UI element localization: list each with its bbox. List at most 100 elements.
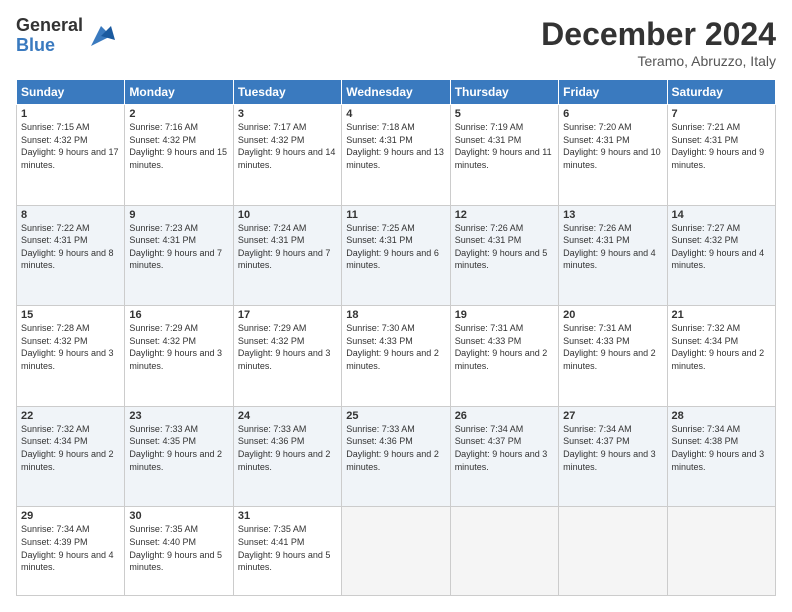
table-row: 13Sunrise: 7:26 AMSunset: 4:31 PMDayligh…	[559, 205, 667, 306]
table-row: 15Sunrise: 7:28 AMSunset: 4:32 PMDayligh…	[17, 306, 125, 407]
day-number: 26	[455, 410, 554, 422]
table-row: 31Sunrise: 7:35 AMSunset: 4:41 PMDayligh…	[233, 507, 341, 596]
day-number: 29	[21, 510, 120, 522]
day-number: 19	[455, 309, 554, 321]
day-number: 14	[672, 209, 771, 221]
day-number: 30	[129, 510, 228, 522]
table-row: 22Sunrise: 7:32 AMSunset: 4:34 PMDayligh…	[17, 406, 125, 507]
day-info: Sunrise: 7:26 AMSunset: 4:31 PMDaylight:…	[563, 222, 662, 272]
day-info: Sunrise: 7:26 AMSunset: 4:31 PMDaylight:…	[455, 222, 554, 272]
day-info: Sunrise: 7:15 AMSunset: 4:32 PMDaylight:…	[21, 121, 120, 171]
day-number: 4	[346, 108, 445, 120]
day-number: 25	[346, 410, 445, 422]
header-wednesday: Wednesday	[342, 80, 450, 105]
day-number: 23	[129, 410, 228, 422]
day-number: 15	[21, 309, 120, 321]
day-info: Sunrise: 7:22 AMSunset: 4:31 PMDaylight:…	[21, 222, 120, 272]
page: General Blue December 2024 Teramo, Abruz…	[0, 0, 792, 612]
day-number: 21	[672, 309, 771, 321]
table-row: 4Sunrise: 7:18 AMSunset: 4:31 PMDaylight…	[342, 105, 450, 206]
logo-text: General Blue	[16, 16, 83, 56]
table-row: 5Sunrise: 7:19 AMSunset: 4:31 PMDaylight…	[450, 105, 558, 206]
day-info: Sunrise: 7:31 AMSunset: 4:33 PMDaylight:…	[563, 322, 662, 372]
title-block: December 2024 Teramo, Abruzzo, Italy	[541, 16, 776, 69]
day-info: Sunrise: 7:18 AMSunset: 4:31 PMDaylight:…	[346, 121, 445, 171]
table-row: 8Sunrise: 7:22 AMSunset: 4:31 PMDaylight…	[17, 205, 125, 306]
table-row: 27Sunrise: 7:34 AMSunset: 4:37 PMDayligh…	[559, 406, 667, 507]
day-info: Sunrise: 7:33 AMSunset: 4:36 PMDaylight:…	[346, 423, 445, 473]
table-row: 14Sunrise: 7:27 AMSunset: 4:32 PMDayligh…	[667, 205, 775, 306]
logo-general: General	[16, 16, 83, 36]
day-number: 7	[672, 108, 771, 120]
table-row: 11Sunrise: 7:25 AMSunset: 4:31 PMDayligh…	[342, 205, 450, 306]
day-info: Sunrise: 7:20 AMSunset: 4:31 PMDaylight:…	[563, 121, 662, 171]
day-number: 2	[129, 108, 228, 120]
day-info: Sunrise: 7:27 AMSunset: 4:32 PMDaylight:…	[672, 222, 771, 272]
day-info: Sunrise: 7:35 AMSunset: 4:41 PMDaylight:…	[238, 523, 337, 573]
table-row: 16Sunrise: 7:29 AMSunset: 4:32 PMDayligh…	[125, 306, 233, 407]
day-number: 11	[346, 209, 445, 221]
day-info: Sunrise: 7:28 AMSunset: 4:32 PMDaylight:…	[21, 322, 120, 372]
day-number: 28	[672, 410, 771, 422]
header-tuesday: Tuesday	[233, 80, 341, 105]
day-info: Sunrise: 7:19 AMSunset: 4:31 PMDaylight:…	[455, 121, 554, 171]
logo-icon	[87, 22, 115, 50]
table-row: 10Sunrise: 7:24 AMSunset: 4:31 PMDayligh…	[233, 205, 341, 306]
table-row: 12Sunrise: 7:26 AMSunset: 4:31 PMDayligh…	[450, 205, 558, 306]
day-info: Sunrise: 7:34 AMSunset: 4:37 PMDaylight:…	[455, 423, 554, 473]
table-row	[667, 507, 775, 596]
header-monday: Monday	[125, 80, 233, 105]
day-number: 13	[563, 209, 662, 221]
day-info: Sunrise: 7:34 AMSunset: 4:38 PMDaylight:…	[672, 423, 771, 473]
table-row: 21Sunrise: 7:32 AMSunset: 4:34 PMDayligh…	[667, 306, 775, 407]
day-number: 6	[563, 108, 662, 120]
day-number: 18	[346, 309, 445, 321]
location: Teramo, Abruzzo, Italy	[541, 53, 776, 69]
calendar-header-row: Sunday Monday Tuesday Wednesday Thursday…	[17, 80, 776, 105]
table-row: 29Sunrise: 7:34 AMSunset: 4:39 PMDayligh…	[17, 507, 125, 596]
day-info: Sunrise: 7:30 AMSunset: 4:33 PMDaylight:…	[346, 322, 445, 372]
table-row: 18Sunrise: 7:30 AMSunset: 4:33 PMDayligh…	[342, 306, 450, 407]
table-row	[450, 507, 558, 596]
day-info: Sunrise: 7:21 AMSunset: 4:31 PMDaylight:…	[672, 121, 771, 171]
table-row: 25Sunrise: 7:33 AMSunset: 4:36 PMDayligh…	[342, 406, 450, 507]
table-row: 17Sunrise: 7:29 AMSunset: 4:32 PMDayligh…	[233, 306, 341, 407]
day-number: 3	[238, 108, 337, 120]
day-info: Sunrise: 7:24 AMSunset: 4:31 PMDaylight:…	[238, 222, 337, 272]
day-info: Sunrise: 7:16 AMSunset: 4:32 PMDaylight:…	[129, 121, 228, 171]
day-info: Sunrise: 7:31 AMSunset: 4:33 PMDaylight:…	[455, 322, 554, 372]
day-number: 5	[455, 108, 554, 120]
header: General Blue December 2024 Teramo, Abruz…	[16, 16, 776, 69]
table-row: 20Sunrise: 7:31 AMSunset: 4:33 PMDayligh…	[559, 306, 667, 407]
table-row: 6Sunrise: 7:20 AMSunset: 4:31 PMDaylight…	[559, 105, 667, 206]
day-number: 31	[238, 510, 337, 522]
day-info: Sunrise: 7:33 AMSunset: 4:35 PMDaylight:…	[129, 423, 228, 473]
calendar-table: Sunday Monday Tuesday Wednesday Thursday…	[16, 79, 776, 596]
header-friday: Friday	[559, 80, 667, 105]
day-info: Sunrise: 7:17 AMSunset: 4:32 PMDaylight:…	[238, 121, 337, 171]
day-info: Sunrise: 7:34 AMSunset: 4:37 PMDaylight:…	[563, 423, 662, 473]
table-row: 9Sunrise: 7:23 AMSunset: 4:31 PMDaylight…	[125, 205, 233, 306]
day-number: 20	[563, 309, 662, 321]
day-info: Sunrise: 7:33 AMSunset: 4:36 PMDaylight:…	[238, 423, 337, 473]
table-row	[559, 507, 667, 596]
table-row: 3Sunrise: 7:17 AMSunset: 4:32 PMDaylight…	[233, 105, 341, 206]
table-row: 26Sunrise: 7:34 AMSunset: 4:37 PMDayligh…	[450, 406, 558, 507]
day-info: Sunrise: 7:29 AMSunset: 4:32 PMDaylight:…	[238, 322, 337, 372]
day-info: Sunrise: 7:25 AMSunset: 4:31 PMDaylight:…	[346, 222, 445, 272]
month-title: December 2024	[541, 16, 776, 53]
table-row: 30Sunrise: 7:35 AMSunset: 4:40 PMDayligh…	[125, 507, 233, 596]
day-number: 16	[129, 309, 228, 321]
day-number: 9	[129, 209, 228, 221]
day-info: Sunrise: 7:34 AMSunset: 4:39 PMDaylight:…	[21, 523, 120, 573]
day-number: 8	[21, 209, 120, 221]
day-number: 22	[21, 410, 120, 422]
day-info: Sunrise: 7:23 AMSunset: 4:31 PMDaylight:…	[129, 222, 228, 272]
day-number: 1	[21, 108, 120, 120]
table-row: 28Sunrise: 7:34 AMSunset: 4:38 PMDayligh…	[667, 406, 775, 507]
day-number: 10	[238, 209, 337, 221]
table-row	[342, 507, 450, 596]
day-info: Sunrise: 7:32 AMSunset: 4:34 PMDaylight:…	[672, 322, 771, 372]
day-number: 24	[238, 410, 337, 422]
table-row: 2Sunrise: 7:16 AMSunset: 4:32 PMDaylight…	[125, 105, 233, 206]
